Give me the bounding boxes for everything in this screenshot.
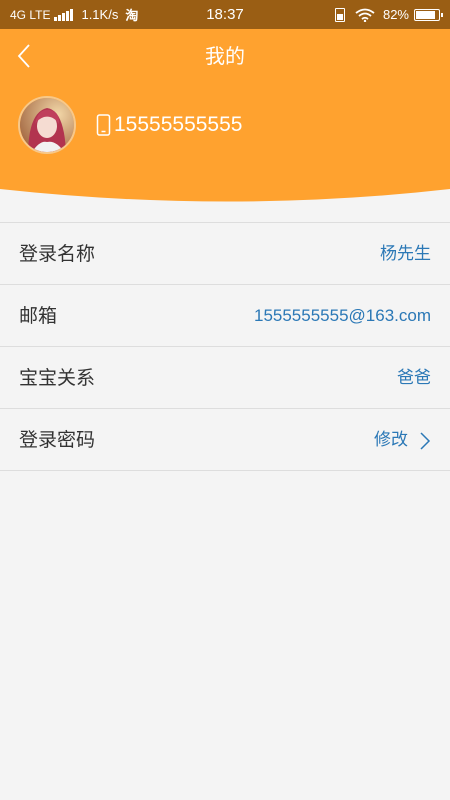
list-item-label: 登录密码 [19,429,96,451]
list-item-value: 爸爸 [397,368,431,387]
avatar-photo [20,98,74,152]
phone-row: 15555555555 [96,108,242,142]
modify-password-link[interactable]: 修改 [374,409,408,471]
list-item-email[interactable]: 邮箱 1555555555@163.com [0,285,450,347]
mobile-phone-icon [96,114,111,136]
list-item-password[interactable]: 登录密码 修改 [0,409,450,471]
battery-icon [414,8,443,21]
profile-list: 登录名称 杨先生 邮箱 1555555555@163.com 宝宝关系 爸爸 登… [0,222,450,471]
status-right: 82% [334,0,443,29]
list-item-label: 宝宝关系 [19,367,96,389]
list-item-baby-relation[interactable]: 宝宝关系 爸爸 [0,347,450,409]
avatar[interactable] [18,96,76,154]
list-item-login-name[interactable]: 登录名称 杨先生 [0,223,450,285]
list-item-label: 登录名称 [19,243,96,265]
list-item-label: 邮箱 [19,305,58,327]
list-item-value: 1555555555@163.com [253,306,431,325]
wifi-icon [355,8,375,22]
battery-percent: 82% [382,7,409,22]
page-title: 我的 [205,44,245,68]
chevron-right-icon [420,432,431,450]
status-bar: 4G LTE 1.1K/s 淘 18:37 82% [0,0,450,29]
phone-number: 15555555555 [114,113,243,136]
battery-saver-icon [334,7,345,22]
list-item-value: 杨先生 [380,244,431,263]
